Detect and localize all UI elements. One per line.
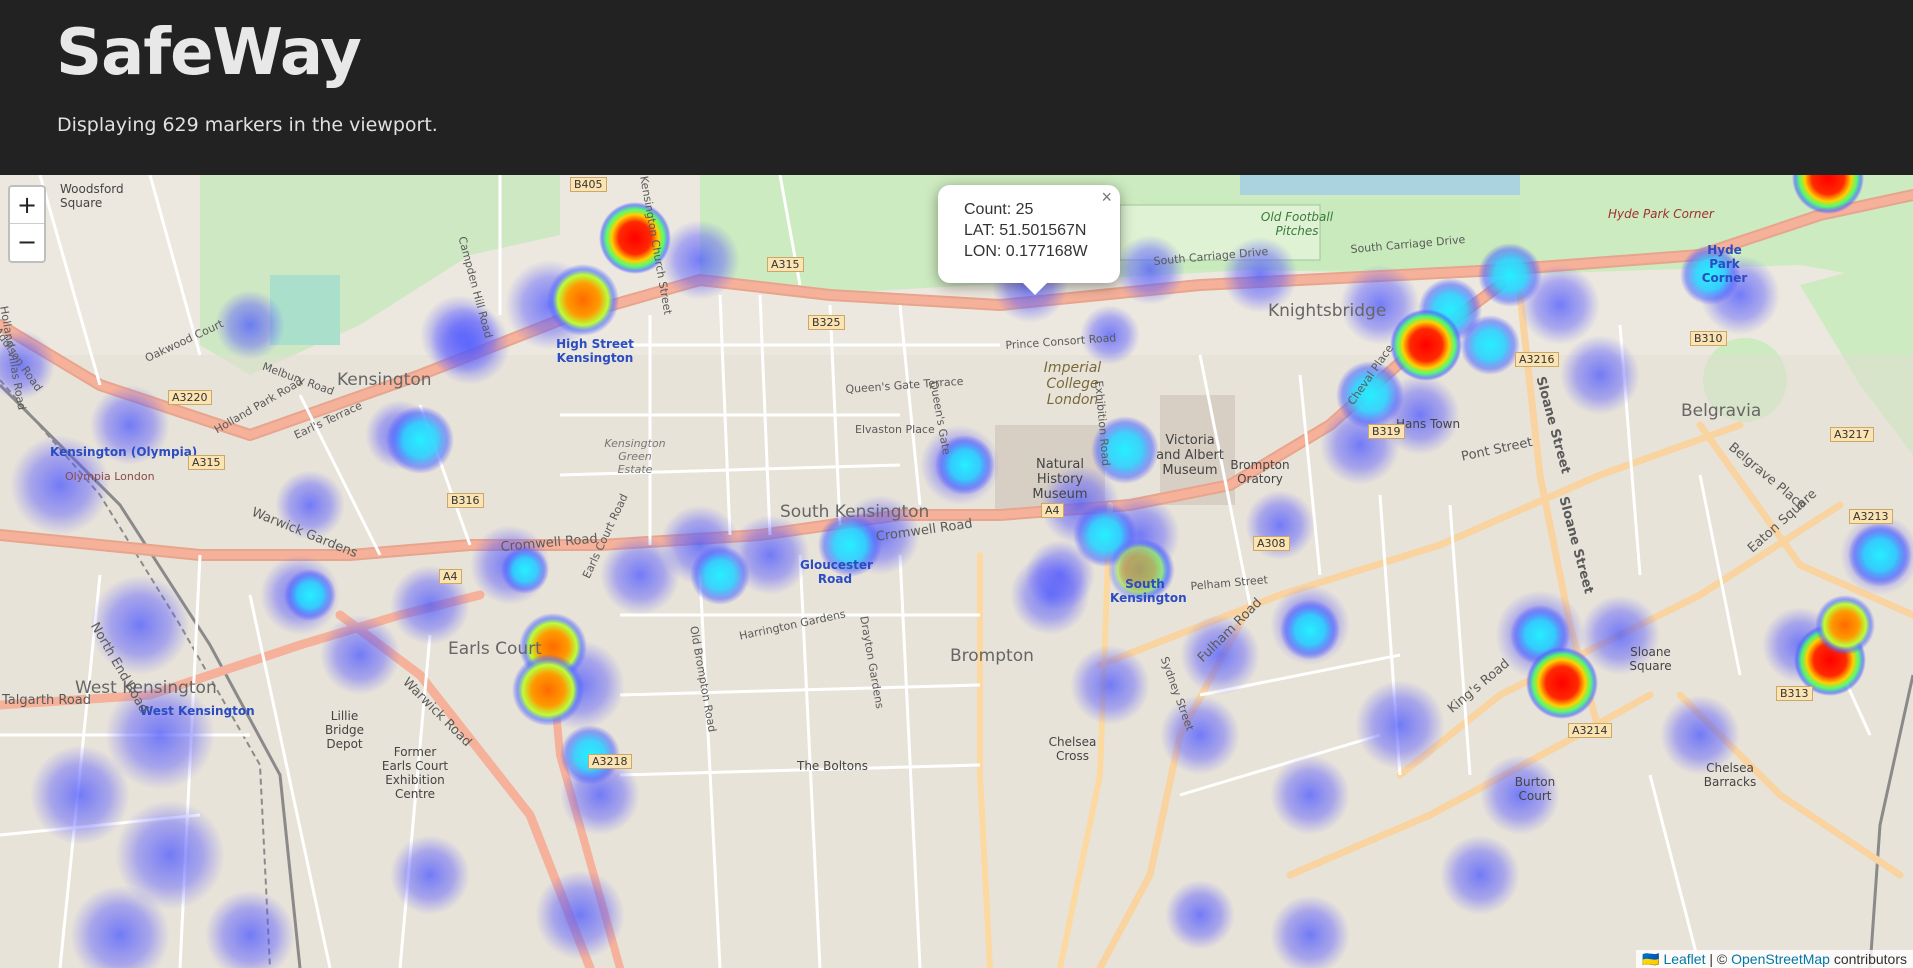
popup-latitude: LAT: 51.501567N [964, 222, 1087, 239]
zoom-out-button[interactable]: − [10, 224, 44, 261]
attribution-separator: | © [1705, 951, 1732, 967]
popup-longitude: LON: 0.177168W [964, 243, 1088, 260]
popup-close-button[interactable]: × [1101, 187, 1112, 208]
map-attribution: 🇺🇦 Leaflet | © OpenStreetMap contributor… [1636, 950, 1913, 968]
popup-tip [1021, 281, 1049, 295]
app-header: SafeWay Displaying 629 markers in the vi… [0, 0, 1913, 175]
leaflet-link[interactable]: Leaflet [1663, 951, 1705, 967]
marker-popup: × Count: 25 LAT: 51.501567N LON: 0.17716… [938, 185, 1120, 295]
app-title: SafeWay [56, 16, 362, 90]
attribution-suffix: contributors [1829, 951, 1907, 967]
marker-count-status: Displaying 629 markers in the viewport. [57, 114, 438, 136]
zoom-in-button[interactable]: + [10, 187, 44, 224]
map-tiles[interactable] [0, 175, 1913, 968]
openstreetmap-link[interactable]: OpenStreetMap [1731, 951, 1830, 967]
heatmap-map[interactable]: Kensington Knightsbridge Belgravia South… [0, 175, 1913, 968]
popup-count: Count: 25 [964, 201, 1034, 218]
ukraine-flag-icon: 🇺🇦 [1642, 951, 1660, 967]
zoom-control: + − [8, 185, 46, 263]
